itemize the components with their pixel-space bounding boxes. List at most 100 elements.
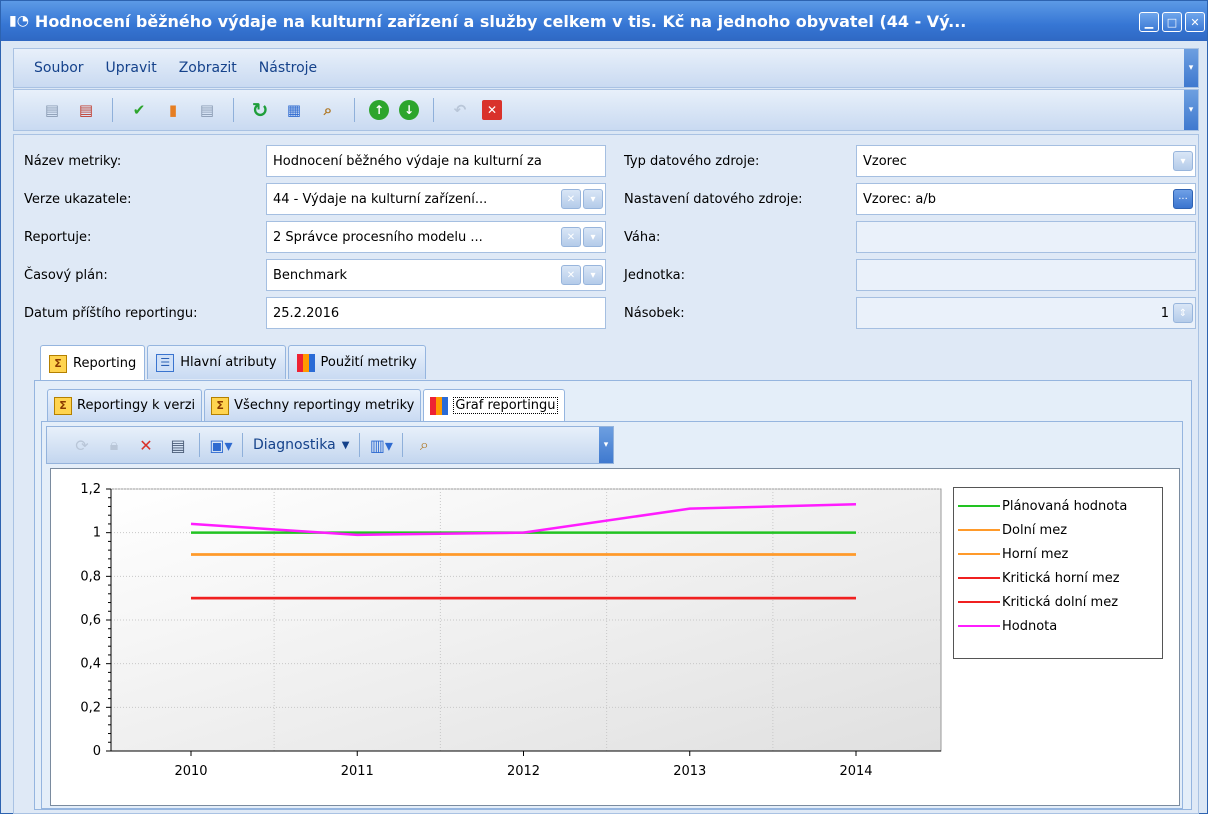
reporter-value: 2 Správce procesního modelu ... <box>273 229 483 245</box>
toolbar-separator <box>233 98 234 122</box>
window-controls: ▁ □ ✕ <box>1139 12 1205 32</box>
x-tick-label: 2014 <box>839 764 872 779</box>
metric-name-field[interactable]: Hodnocení běžného výdaje na kulturní za <box>266 145 606 177</box>
tab-metric-usage[interactable]: ▮ Použití metriky <box>287 345 426 379</box>
legend-label: Horní mez <box>1002 546 1069 562</box>
data-source-settings-field[interactable]: Vzorec: a/b ··· <box>856 183 1196 215</box>
tab-reporting[interactable]: Σ Reporting <box>40 345 146 381</box>
minimize-button[interactable]: ▁ <box>1139 12 1159 32</box>
tab-all-reportings[interactable]: Σ Všechny reportingy metriky <box>204 389 422 421</box>
layout-icon[interactable]: ▣▾ <box>209 434 232 456</box>
arrow-up-icon[interactable]: ↑ <box>369 100 389 120</box>
legend-item: Kritická dolní mez <box>958 590 1158 614</box>
spin-icon[interactable]: ⇕ <box>1173 303 1193 323</box>
checkmark-icon[interactable]: ✔ <box>127 98 151 122</box>
menu-soubor[interactable]: Soubor <box>34 60 84 76</box>
title-bar: ▮◔ Hodnocení běžného výdaje na kulturní … <box>1 1 1207 41</box>
legend-label: Dolní mez <box>1002 522 1068 538</box>
ellipsis-icon[interactable]: ··· <box>1173 189 1193 209</box>
indicator-version-field[interactable]: 44 - Výdaje na kulturní zařízení... ✕ ▾ <box>266 183 606 215</box>
reporter-field[interactable]: 2 Správce procesního modelu ... ✕ ▾ <box>266 221 606 253</box>
metric-form: Název metriky: Hodnocení běžného výdaje … <box>13 134 1199 814</box>
legend-swatch <box>958 577 1000 579</box>
menu-nastroje[interactable]: Nástroje <box>259 60 317 76</box>
toolbar-separator <box>359 433 361 457</box>
sigma-icon: Σ <box>49 354 67 373</box>
multiplier-label: Násobek: <box>624 306 685 321</box>
sub-tabs: Σ Reportingy k verzi Σ Všechny reporting… <box>47 389 565 421</box>
chevron-down-icon[interactable]: ▾ <box>583 189 603 209</box>
chevron-down-icon[interactable]: ▾ <box>583 265 603 285</box>
clear-icon[interactable]: ✕ <box>561 189 581 209</box>
grid-icon[interactable]: ▦ <box>282 98 306 122</box>
chart-panel: ⟳ 🔒︎ ✕ ▤ ▣▾ Diagnostika ▼ ▥▾ ⌕ ▾ 0 0,2 0… <box>41 421 1183 809</box>
time-plan-label: Časový plán: <box>24 268 108 283</box>
indicator-version-value: 44 - Výdaje na kulturní zařízení... <box>273 191 488 207</box>
legend-item: Dolní mez <box>958 518 1158 542</box>
y-tick-label: 1 <box>93 526 101 541</box>
tab-reporting-chart-label: Graf reportingu <box>453 397 558 414</box>
document-icon[interactable]: ▤ <box>195 98 219 122</box>
diagnostics-dropdown[interactable]: Diagnostika ▼ <box>253 437 349 453</box>
chevron-down-icon[interactable]: ▾ <box>583 227 603 247</box>
refresh-icon[interactable]: ⟳ <box>71 434 93 456</box>
multiplier-field[interactable]: 1 ⇕ <box>856 297 1196 329</box>
delete-icon[interactable]: ✕ <box>135 434 157 456</box>
legend-swatch <box>958 505 1000 507</box>
next-report-date-label: Datum příštího reportingu: <box>24 306 198 321</box>
menu-upravit[interactable]: Upravit <box>106 60 157 76</box>
search-document-icon[interactable]: ⌕ <box>316 98 340 122</box>
toolbar-separator <box>112 98 113 122</box>
main-toolbar: ▤ ▤ ✔ ▮ ▤ ↻ ▦ ⌕ ↑ ↓ ↶ ✕ ▾ <box>13 89 1199 131</box>
y-tick-label: 0 <box>93 744 101 759</box>
save-close-icon[interactable]: ▤ <box>74 98 98 122</box>
x-tick-label: 2012 <box>507 764 540 779</box>
y-tick-label: 0,4 <box>80 657 101 672</box>
tab-main-attributes[interactable]: ☰ Hlavní atributy <box>147 345 286 379</box>
arrow-down-icon[interactable]: ↓ <box>399 100 419 120</box>
tab-all-reportings-label: Všechny reportingy metriky <box>234 398 415 413</box>
time-plan-field[interactable]: Benchmark ✕ ▾ <box>266 259 606 291</box>
chevron-down-icon[interactable]: ▾ <box>1173 151 1193 171</box>
chevron-down-icon[interactable]: ▾ <box>599 427 613 463</box>
tab-main-attributes-label: Hlavní atributy <box>180 355 277 370</box>
tab-reporting-chart[interactable]: ▮ Graf reportingu <box>423 389 565 421</box>
reporting-chart: 0 0,2 0,4 0,6 0,8 1 1,2 2010 2011 2012 2013 2014 Pl… <box>50 468 1180 806</box>
legend-label: Plánovaná hodnota <box>1002 498 1128 514</box>
legend-label: Kritická dolní mez <box>1002 594 1119 610</box>
toolbar-separator <box>354 98 355 122</box>
save-icon[interactable]: ▤ <box>167 434 189 456</box>
multiplier-value: 1 <box>1160 305 1169 321</box>
refresh-icon[interactable]: ↻ <box>248 98 272 122</box>
weight-field[interactable] <box>856 221 1196 253</box>
clear-icon[interactable]: ✕ <box>561 265 581 285</box>
lock-icon[interactable]: 🔒︎ <box>103 434 125 456</box>
undo-icon[interactable]: ↶ <box>448 98 472 122</box>
chevron-down-icon[interactable]: ▾ <box>1184 90 1198 130</box>
maximize-button[interactable]: □ <box>1162 12 1182 32</box>
metric-chart-icon[interactable]: ▮ <box>161 98 185 122</box>
cancel-icon[interactable]: ✕ <box>482 100 502 120</box>
x-tick-label: 2010 <box>174 764 207 779</box>
data-source-settings-label: Nastavení datového zdroje: <box>624 192 803 207</box>
menu-zobrazit[interactable]: Zobrazit <box>179 60 237 76</box>
clear-icon[interactable]: ✕ <box>561 227 581 247</box>
data-source-type-field[interactable]: Vzorec ▾ <box>856 145 1196 177</box>
chevron-down-icon[interactable]: ▾ <box>1184 49 1198 87</box>
data-source-settings-value: Vzorec: a/b <box>863 191 936 207</box>
sigma-icon: Σ <box>211 396 230 415</box>
app-window: ▮◔ Hodnocení běžného výdaje na kulturní … <box>0 0 1208 814</box>
bar-chart-icon: ▮ <box>430 396 449 415</box>
print-icon[interactable]: ▥▾ <box>370 434 393 456</box>
close-button[interactable]: ✕ <box>1185 12 1205 32</box>
save-icon[interactable]: ▤ <box>40 98 64 122</box>
x-tick-label: 2011 <box>341 764 374 779</box>
weight-label: Váha: <box>624 230 661 245</box>
tab-version-reportings[interactable]: Σ Reportingy k verzi <box>47 389 203 421</box>
legend-swatch <box>958 553 1000 555</box>
indicator-version-label: Verze ukazatele: <box>24 192 132 207</box>
time-plan-value: Benchmark <box>273 267 348 283</box>
next-report-date-field[interactable]: 25.2.2016 <box>266 297 606 329</box>
unit-field[interactable] <box>856 259 1196 291</box>
preview-icon[interactable]: ⌕ <box>413 434 435 456</box>
